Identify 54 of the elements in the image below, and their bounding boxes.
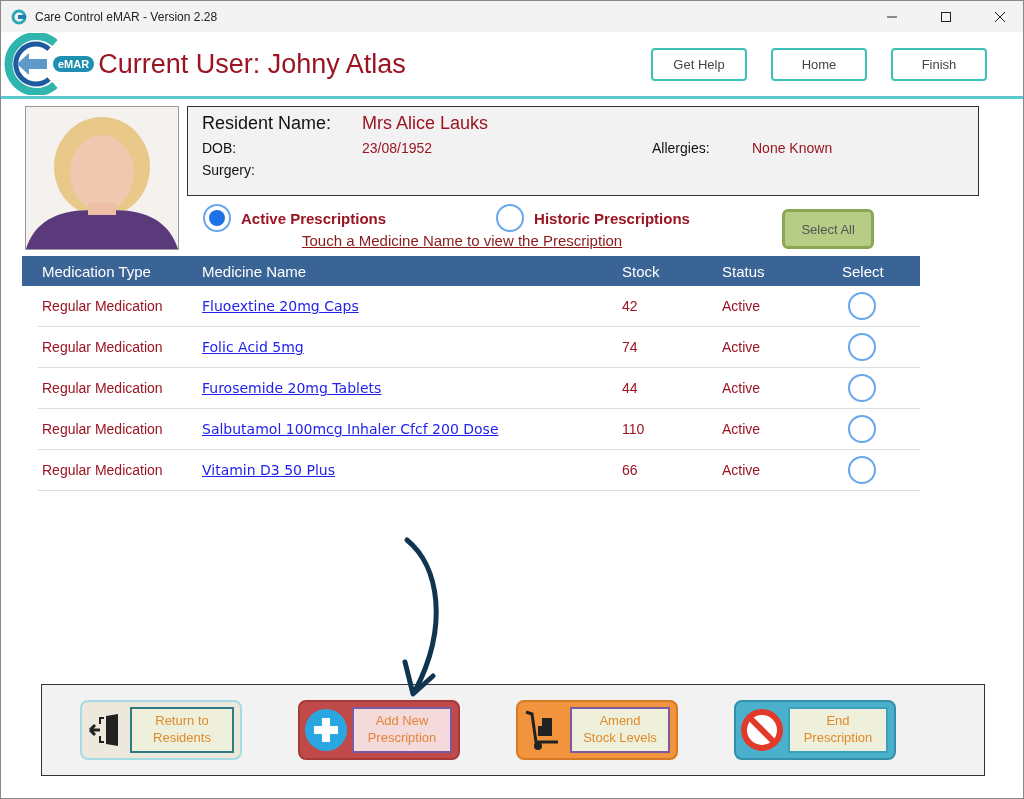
table-cell-text: 110 <box>622 421 646 437</box>
field-label: DOB: <box>202 140 238 156</box>
dob-value: 23/08/1952 <box>362 140 434 156</box>
window-title: Care Control eMAR - Version 2.28 <box>35 9 219 24</box>
medicine-link[interactable]: Fluoextine 20mg Caps <box>202 298 359 314</box>
header-button[interactable]: Finish <box>891 47 987 81</box>
allergies-value: None Known <box>752 140 834 156</box>
column-header: Select <box>842 262 885 280</box>
table-cell-text: Regular Medication <box>42 298 164 314</box>
select-radio[interactable] <box>848 292 876 320</box>
table-cell-text: Active <box>722 462 762 478</box>
table-cell-text: Regular Medication <box>42 421 164 437</box>
hint-link[interactable]: Touch a Medicine Name to view the Prescription <box>302 232 623 249</box>
medicine-link[interactable]: Salbutamol 100mcg Inhaler Cfcf 200 Dose <box>202 421 499 437</box>
current-user-title: Current User: Johny Atlas <box>98 48 407 80</box>
app-icon <box>11 8 27 25</box>
medicine-link[interactable]: Folic Acid 5mg <box>202 339 304 355</box>
table-cell-text: Active <box>722 380 762 396</box>
table-cell-text: Active <box>722 421 762 437</box>
column-header: Medication Type <box>42 262 152 280</box>
select-radio[interactable] <box>848 333 876 361</box>
radio-label: Historic Prescriptions <box>534 209 690 227</box>
field-label: Allergies: <box>652 140 711 156</box>
select-radio[interactable] <box>848 456 876 484</box>
maximize-icon[interactable] <box>941 11 951 22</box>
resident-name: Mrs Alice Lauks <box>362 113 490 134</box>
select-radio[interactable] <box>848 415 876 443</box>
medicine-link[interactable]: Furosemide 20mg Tablets <box>202 380 382 396</box>
column-header: Status <box>722 262 766 280</box>
logo-badge: eMAR <box>53 56 95 72</box>
table-cell-text: 74 <box>622 339 639 355</box>
header-button[interactable]: Home <box>771 47 867 81</box>
radio-label: Active Prescriptions <box>241 209 387 227</box>
radio-button[interactable] <box>496 204 525 232</box>
plus-icon <box>304 708 348 752</box>
table-cell-text: Regular Medication <box>42 462 164 478</box>
radio-button[interactable] <box>203 204 231 232</box>
table-cell-text: 42 <box>622 298 639 314</box>
select-all-button[interactable]: Select All <box>782 209 875 249</box>
table-cell-text: Active <box>722 298 762 314</box>
table-cell-text: Regular Medication <box>42 380 164 396</box>
close-icon[interactable] <box>995 11 1005 22</box>
select-radio[interactable] <box>848 374 876 402</box>
field-label: Surgery: <box>202 162 256 178</box>
medicine-link[interactable]: Vitamin D3 50 Plus <box>202 462 335 478</box>
table-cell-text: 66 <box>622 462 639 478</box>
table-cell-text: 44 <box>622 380 639 396</box>
table-cell-text: Active <box>722 339 762 355</box>
column-header: Stock <box>622 262 661 280</box>
column-header: Medicine Name <box>202 262 308 280</box>
table-cell-text: Regular Medication <box>42 339 164 355</box>
field-label: Resident Name: <box>202 113 333 134</box>
prohibited-icon <box>740 708 784 752</box>
header-button[interactable]: Get Help <box>651 47 747 81</box>
